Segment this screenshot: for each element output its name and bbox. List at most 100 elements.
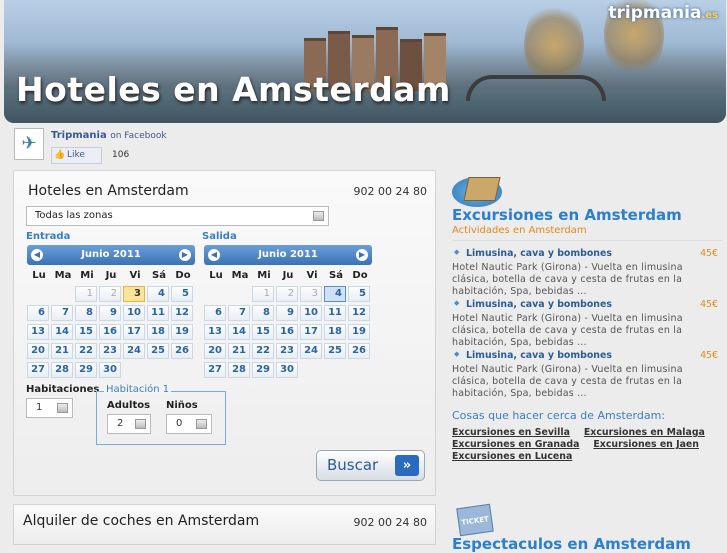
excursiones-title[interactable]: Excursiones en Amsterdam [452, 206, 682, 224]
calendar-day[interactable]: 14 [51, 324, 73, 340]
link-excursiones-malaga[interactable]: Excursiones en Malaga [584, 427, 705, 438]
nearby-links-row: Excursiones en Granada Excursiones en Jae… [452, 439, 713, 450]
calendar-day[interactable]: 21 [51, 343, 73, 359]
excursion-item[interactable]: Limusina, cava y bombones 45€ Hotel Naut… [452, 350, 720, 400]
excursion-item[interactable]: Limusina, cava y bombones 45€ Hotel Naut… [452, 299, 720, 349]
tripmania-avatar-icon[interactable]: ✈ [14, 128, 44, 160]
brand-suffix: .es [701, 10, 718, 21]
calendar-day[interactable]: 30 [276, 362, 298, 378]
calendar-day[interactable]: 5 [348, 286, 370, 302]
weekday-label: Sá [152, 270, 166, 281]
link-excursiones-sevilla[interactable]: Excursiones en Sevilla [452, 427, 570, 438]
calendar-day[interactable]: 7 [51, 305, 73, 321]
calendar-day[interactable]: 18 [324, 324, 346, 340]
brand-logo[interactable]: tripmania.es [608, 3, 718, 23]
calendar-day[interactable]: 25 [324, 343, 346, 359]
calendar-header: ◀ Junio 2011 ▶ [27, 245, 195, 265]
calendar-day[interactable]: 18 [147, 324, 169, 340]
calendar-day[interactable]: 8 [75, 305, 97, 321]
excursion-item[interactable]: Limusina, cava y bombones 45€ Hotel Naut… [452, 248, 720, 298]
excursion-title[interactable]: Limusina, cava y bombones [452, 248, 720, 259]
calendar-day[interactable]: 7 [228, 305, 250, 321]
calendar-day[interactable]: 28 [51, 362, 73, 378]
calendar-day[interactable]: 22 [75, 343, 97, 359]
weekday-row: Lu Ma Mi Ju Vi Sá Do [204, 270, 372, 281]
calendar-day[interactable]: 8 [252, 305, 274, 321]
facebook-page-link[interactable]: Tripmania on Facebook [51, 130, 167, 141]
calendar-day[interactable]: 10 [123, 305, 145, 321]
bridge-decoration [466, 75, 606, 101]
excursion-title[interactable]: Limusina, cava y bombones [452, 299, 720, 310]
calendar-day[interactable]: 3 [123, 286, 145, 302]
calendar-day[interactable]: 25 [147, 343, 169, 359]
weekday-label: Lu [32, 270, 46, 281]
zone-select[interactable]: Todas las zonas [26, 206, 329, 226]
calendar-day: 2 [276, 286, 298, 302]
excursion-title[interactable]: Limusina, cava y bombones [452, 350, 720, 361]
calendar-day[interactable]: 17 [123, 324, 145, 340]
calendar-day[interactable]: 19 [171, 324, 193, 340]
next-month-icon[interactable]: ▶ [356, 249, 368, 261]
nearby-links-row: Excursiones en Sevilla Excursiones en Mal… [452, 427, 719, 438]
calendar-day[interactable]: 26 [171, 343, 193, 359]
calendar-day[interactable]: 15 [252, 324, 274, 340]
calendar-day[interactable]: 12 [171, 305, 193, 321]
calendar-day[interactable]: 13 [204, 324, 226, 340]
calendar-day[interactable]: 9 [276, 305, 298, 321]
calendar-day[interactable]: 20 [204, 343, 226, 359]
espectaculos-title[interactable]: Espectaculos en Amsterdam [452, 535, 691, 553]
calendar-day[interactable]: 23 [99, 343, 121, 359]
brand-name: tripmania [608, 3, 702, 23]
calendar-day[interactable]: 5 [171, 286, 193, 302]
calendar-day[interactable]: 6 [204, 305, 226, 321]
link-excursiones-granada[interactable]: Excursiones en Granada [452, 439, 579, 450]
calendar-day[interactable]: 29 [252, 362, 274, 378]
calendar-day[interactable]: 28 [228, 362, 250, 378]
calendar-day[interactable]: 15 [75, 324, 97, 340]
calendar-day[interactable]: 22 [252, 343, 274, 359]
calendar-day[interactable]: 29 [75, 362, 97, 378]
like-count: 106 [112, 150, 130, 160]
calendar-day[interactable]: 30 [99, 362, 121, 378]
calendar-day[interactable]: 10 [300, 305, 322, 321]
calendar-salida: ◀ Junio 2011 ▶ Lu Ma Mi Ju Vi Sá Do 1234567891… [204, 245, 372, 378]
calendar-day[interactable]: 4 [324, 286, 346, 302]
calendar-day[interactable]: 27 [27, 362, 49, 378]
calendar-day[interactable]: 21 [228, 343, 250, 359]
calendar-day[interactable]: 6 [27, 305, 49, 321]
calendar-day[interactable]: 11 [324, 305, 346, 321]
weekday-label: Ju [105, 270, 117, 281]
calendar-day[interactable]: 9 [99, 305, 121, 321]
calendar-day[interactable]: 23 [276, 343, 298, 359]
calendar-day[interactable]: 16 [99, 324, 121, 340]
calendar-day[interactable]: 27 [204, 362, 226, 378]
prev-month-icon[interactable]: ◀ [31, 249, 43, 261]
calendar-day[interactable]: 17 [300, 324, 322, 340]
link-excursiones-jaen[interactable]: Excursiones en Jaen [593, 439, 699, 450]
link-excursiones-lucena[interactable]: Excursiones en Lucena [452, 451, 572, 462]
calendar-day[interactable]: 26 [348, 343, 370, 359]
habitaciones-select[interactable]: 1 [26, 398, 73, 418]
next-month-icon[interactable]: ▶ [179, 249, 191, 261]
calendar-day[interactable]: 11 [147, 305, 169, 321]
weekday-label: Vi [306, 270, 318, 281]
calendar-day[interactable]: 19 [348, 324, 370, 340]
adultos-select[interactable]: 2 [107, 414, 151, 434]
facebook-like-button[interactable]: Like [51, 147, 102, 164]
calendar-day[interactable]: 4 [147, 286, 169, 302]
calendar-day[interactable]: 24 [300, 343, 322, 359]
calendar-day[interactable]: 20 [27, 343, 49, 359]
calendar-day[interactable]: 16 [276, 324, 298, 340]
hotel-phone: 902 00 24 80 [353, 185, 427, 198]
calendar-days: 1 2 3 4 5 6 7 8 9 10 11 12 13 14 15 16 17 18 19 20 21 22 23 24 2… [204, 286, 372, 378]
calendar-day[interactable]: 14 [228, 324, 250, 340]
prev-month-icon[interactable]: ◀ [208, 249, 220, 261]
buscar-button[interactable]: Buscar » [316, 450, 425, 481]
calendar-day[interactable]: 12 [348, 305, 370, 321]
calendar-day[interactable]: 24 [123, 343, 145, 359]
weekday-label: Mi [257, 270, 271, 281]
ninos-select[interactable]: 0 [166, 414, 212, 434]
calendar-day[interactable]: 13 [27, 324, 49, 340]
weekday-label: Do [352, 270, 368, 281]
weekday-label: Vi [129, 270, 141, 281]
